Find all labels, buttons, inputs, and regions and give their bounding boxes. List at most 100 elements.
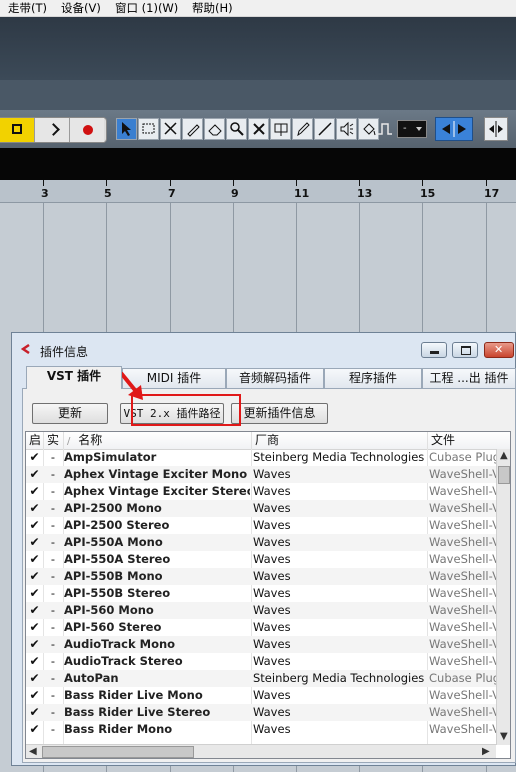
enabled-checkbox[interactable]: ✔ <box>26 636 43 653</box>
instance-cell: - <box>50 620 56 634</box>
instance-cell: - <box>50 467 56 481</box>
table-row[interactable]: ✔-API-550B Stereo Waves WaveShell-VST <box>26 585 496 602</box>
menu-transport[interactable]: 走带(T) <box>8 0 47 16</box>
enabled-checkbox[interactable]: ✔ <box>26 466 43 483</box>
enabled-checkbox[interactable]: ✔ <box>26 551 43 568</box>
plugin-name-cell: API-550A Stereo <box>64 552 171 566</box>
tab-vst-plugins[interactable]: VST 插件 <box>26 366 122 389</box>
plugin-name-cell: AudioTrack Stereo <box>64 654 183 668</box>
mute-tool[interactable] <box>248 118 269 140</box>
enabled-checkbox[interactable]: ✔ <box>26 653 43 670</box>
table-row[interactable]: ✔ - Aphex Vintage Exciter Mono Waves WaveShe… <box>26 466 496 483</box>
vendor-cell: Waves <box>253 501 291 515</box>
enabled-checkbox[interactable]: ✔ <box>26 483 43 500</box>
table-row[interactable]: ✔-Bass Rider Live Stereo Waves WaveShell-V… <box>26 704 496 721</box>
stop-button[interactable] <box>0 118 35 142</box>
table-row[interactable]: ✔-API-550A Mono Waves WaveShell-VST <box>26 534 496 551</box>
horizontal-scroll-thumb[interactable] <box>42 746 194 758</box>
table-row[interactable]: ✔-API-2500 Mono Waves WaveShell-VST <box>26 500 496 517</box>
maximize-button[interactable] <box>452 342 478 358</box>
column-enabled[interactable]: 启 <box>26 432 44 449</box>
column-instance[interactable]: 实 <box>44 432 64 449</box>
chevron-right-icon[interactable]: ▶ <box>482 745 490 758</box>
snap-icon[interactable] <box>376 120 394 138</box>
table-row[interactable]: ✔ - AmpSimulator Steinberg Media Technologi… <box>26 449 496 466</box>
snap-arrows-icon <box>442 121 466 137</box>
enabled-checkbox[interactable]: ✔ <box>26 534 43 551</box>
file-cell: WaveShell-VST <box>429 552 496 566</box>
vendor-cell: Waves <box>253 535 291 549</box>
table-row[interactable]: ✔-AudioTrack Stereo Waves WaveShell-VST <box>26 653 496 670</box>
refresh-button[interactable]: 更新 <box>32 403 108 424</box>
menu-bar: 走带(T) 设备(V) 窗口 (1)(W) 帮助(H) <box>0 0 516 17</box>
overview-line <box>0 148 516 180</box>
magnifier-icon <box>230 122 244 136</box>
vendor-cell: Waves <box>253 620 291 634</box>
vertical-scroll-thumb[interactable] <box>498 466 510 484</box>
enabled-checkbox[interactable]: ✔ <box>26 721 43 738</box>
zoom-tool[interactable] <box>226 118 247 140</box>
table-row[interactable]: ✔ - Aphex Vintage Exciter Stereo Waves WaveS… <box>26 483 496 500</box>
enabled-checkbox[interactable]: ✔ <box>26 449 43 466</box>
horizontal-scrollbar[interactable]: ◀ ▶ <box>26 744 496 758</box>
play-button[interactable] <box>35 118 70 142</box>
time-warp-tool[interactable] <box>270 118 291 140</box>
chevron-left-icon[interactable]: ◀ <box>29 745 37 758</box>
object-select-tool[interactable] <box>116 118 137 140</box>
table-row[interactable]: ✔-API-550B Mono Waves WaveShell-VST <box>26 568 496 585</box>
column-file[interactable]: 文件 <box>428 432 510 449</box>
plugin-table: 启 实 / 名称 厂商 文件 ✔ - AmpSimulator Steinberg M… <box>25 431 511 759</box>
table-row[interactable]: ✔-API-550A Stereo Waves WaveShell-VST <box>26 551 496 568</box>
enabled-checkbox[interactable]: ✔ <box>26 619 43 636</box>
enabled-checkbox[interactable]: ✔ <box>26 585 43 602</box>
pointer-icon <box>122 122 131 136</box>
minimize-button[interactable] <box>421 342 447 358</box>
plugin-name-cell: AmpSimulator <box>64 450 157 464</box>
scroll-down-button[interactable]: ▼ <box>497 730 510 745</box>
erase-tool[interactable] <box>204 118 225 140</box>
file-cell: WaveShell-VST <box>429 467 496 481</box>
snap-type-dropdown[interactable]: - <box>397 120 427 138</box>
column-name[interactable]: / 名称 <box>64 432 252 449</box>
table-row[interactable]: ✔-API-2500 Stereo Waves WaveShell-VST <box>26 517 496 534</box>
table-row[interactable]: ✔-AudioTrack Mono Waves WaveShell-VST <box>26 636 496 653</box>
range-select-tool[interactable] <box>138 118 159 140</box>
vertical-scrollbar[interactable]: ▲ ▼ <box>496 449 510 745</box>
menu-window[interactable]: 窗口 (1)(W) <box>115 0 178 16</box>
timeline-ruler[interactable]: 3 5 7 9 11 13 15 17 <box>0 180 516 203</box>
scroll-up-button[interactable]: ▲ <box>497 449 510 464</box>
play-tool[interactable] <box>336 118 357 140</box>
enabled-checkbox[interactable]: ✔ <box>26 602 43 619</box>
tab-project-export-plugins[interactable]: 工程 ...出 插件 <box>422 368 516 388</box>
record-button[interactable] <box>70 118 104 142</box>
tab-audio-codec-plugins[interactable]: 音频解码插件 <box>226 368 324 388</box>
enabled-checkbox[interactable]: ✔ <box>26 687 43 704</box>
menu-help[interactable]: 帮助(H) <box>192 0 233 16</box>
speaker-icon <box>340 121 354 137</box>
column-vendor[interactable]: 厂商 <box>252 432 428 449</box>
enabled-checkbox[interactable]: ✔ <box>26 568 43 585</box>
enabled-checkbox[interactable]: ✔ <box>26 704 43 721</box>
window-title-bar[interactable]: 插件信息 <box>12 333 515 365</box>
line-tool[interactable] <box>314 118 335 140</box>
close-button[interactable] <box>484 342 514 358</box>
draw-tool[interactable] <box>292 118 313 140</box>
table-row[interactable]: ✔-Bass Rider Mono Waves WaveShell-VST <box>26 721 496 738</box>
table-row[interactable]: ✔-Bass Rider Live Mono Waves WaveShell-VST <box>26 687 496 704</box>
ruler-mark: 7 <box>168 187 176 200</box>
update-plugin-info-button[interactable]: 更新插件信息 <box>231 403 328 424</box>
snap-to-zero-crossing-button[interactable] <box>435 117 473 141</box>
glue-tool[interactable] <box>182 118 203 140</box>
table-row[interactable]: ✔-API-560 Stereo Waves WaveShell-VST <box>26 619 496 636</box>
autoscroll-button[interactable] <box>484 117 508 141</box>
menu-devices[interactable]: 设备(V) <box>61 0 101 16</box>
table-row[interactable]: ✔-API-560 Mono Waves WaveShell-VST <box>26 602 496 619</box>
split-tool[interactable] <box>160 118 181 140</box>
tab-program-plugins[interactable]: 程序插件 <box>324 368 422 388</box>
column-name-label: 名称 <box>78 433 103 447</box>
table-row[interactable]: ✔ - AutoPan Steinberg Media Technologies Cub… <box>26 670 496 687</box>
enabled-checkbox[interactable]: ✔ <box>26 670 43 687</box>
enabled-checkbox[interactable]: ✔ <box>26 517 43 534</box>
ruler-mark: 15 <box>420 187 436 200</box>
enabled-checkbox[interactable]: ✔ <box>26 500 43 517</box>
